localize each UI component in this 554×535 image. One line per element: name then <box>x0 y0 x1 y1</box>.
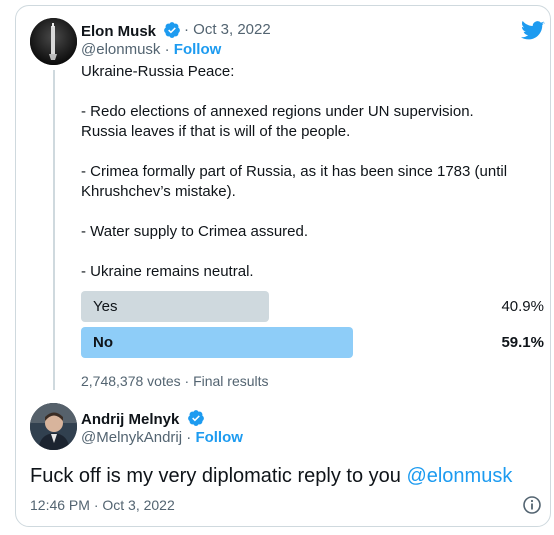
tweet-handle-separator: · <box>160 41 174 58</box>
reply-author-name[interactable]: Andrij Melnyk <box>81 409 205 428</box>
follow-elon-button[interactable]: Follow <box>174 41 222 58</box>
reply-handle-row: @MelnykAndrij · Follow <box>81 429 243 446</box>
tweet-line: - Crimea formally part of Russia, as it … <box>81 163 508 200</box>
verified-badge-icon <box>187 410 204 426</box>
avatar-andrij-melnyk[interactable] <box>30 403 77 450</box>
avatar-elon-musk[interactable] <box>30 18 77 65</box>
tweet-line: - Redo elections of annexed regions unde… <box>81 103 474 140</box>
verified-badge-icon <box>164 22 181 38</box>
poll-option-label: Yes <box>93 298 118 315</box>
reply-body: Fuck off is my very diplomatic reply to … <box>30 465 512 488</box>
reply-handle-separator: · <box>182 429 196 446</box>
reply-text: Fuck off is my very diplomatic reply to … <box>30 465 407 487</box>
poll-option-no: No <box>81 327 353 358</box>
tweet-handle[interactable]: @elonmusk <box>81 41 160 58</box>
twitter-bird-icon[interactable] <box>521 20 545 42</box>
info-icon[interactable] <box>522 495 542 515</box>
poll-meta: 2,748,378 votes · Final results <box>81 373 269 389</box>
poll-percent-no: 59.1% <box>501 334 544 351</box>
tweet-handle-row: @elonmusk · Follow <box>81 41 221 58</box>
tweet-line: Ukraine-Russia Peace: <box>81 63 235 80</box>
tweet-body: Ukraine-Russia Peace: - Redo elections o… <box>81 62 521 302</box>
tweet-line: - Water supply to Crimea assured. <box>81 223 309 240</box>
poll-option-yes: Yes <box>81 291 269 322</box>
tweet-line: - Ukraine remains neutral. <box>81 263 254 280</box>
tweet-author-name[interactable]: Elon Musk <box>81 21 181 40</box>
tweet-date[interactable]: · Oct 3, 2022 <box>184 21 271 38</box>
follow-melnyk-button[interactable]: Follow <box>195 429 243 446</box>
poll-option-label: No <box>93 334 113 351</box>
reply-timestamp[interactable]: 12:46 PM · Oct 3, 2022 <box>30 497 175 513</box>
thread-connector-line <box>53 70 55 390</box>
poll-percent-yes: 40.9% <box>501 298 544 315</box>
reply-mention-link[interactable]: @elonmusk <box>406 465 512 487</box>
reply-handle[interactable]: @MelnykAndrij <box>81 429 182 446</box>
